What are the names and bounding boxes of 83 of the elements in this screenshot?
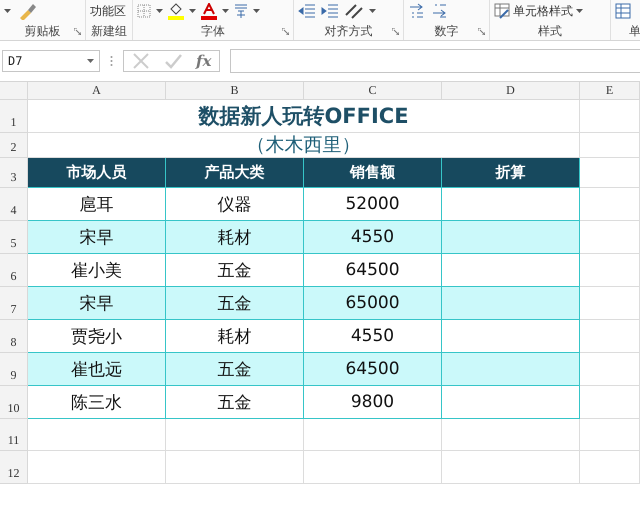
table-cell: 宋早 (28, 221, 166, 254)
dialog-launcher-icon[interactable] (282, 28, 289, 35)
cell-reference: D7 (8, 54, 22, 68)
row-header[interactable]: 7 (0, 287, 28, 320)
check-icon[interactable] (164, 52, 182, 70)
table-cell: 陈三水 (28, 386, 166, 419)
row-header[interactable]: 3 (0, 158, 28, 188)
name-box[interactable]: D7 (2, 50, 100, 72)
caret-icon[interactable] (87, 59, 94, 63)
table-cell: 五金 (166, 386, 304, 419)
decrease-decimal-icon[interactable] (431, 3, 449, 19)
row-header[interactable]: 12 (0, 451, 28, 484)
empty-cell (580, 100, 640, 133)
group-label: 数字 (434, 22, 458, 40)
column-header[interactable]: C (304, 82, 442, 100)
group-label: 剪贴板 (24, 22, 60, 40)
column-heading: 市场人员 (28, 158, 166, 188)
group-label: 新建组 (91, 22, 127, 40)
dialog-launcher-icon[interactable] (74, 28, 81, 35)
caret-icon[interactable] (156, 9, 163, 13)
column-heading: 产品大类 (166, 158, 304, 188)
font-color-icon[interactable] (201, 2, 217, 20)
cell-style-icon (494, 3, 510, 19)
table-cell: 五金 (166, 287, 304, 320)
table-cell: 9800 (304, 386, 442, 419)
table-cell: 64500 (304, 353, 442, 386)
table-cell: 64500 (304, 254, 442, 287)
table-cell: 4550 (304, 221, 442, 254)
table-cell: 崔也远 (28, 353, 166, 386)
table-cell: 仪器 (166, 188, 304, 221)
column-heading: 销售额 (304, 158, 442, 188)
increase-indent-icon[interactable] (321, 4, 339, 18)
caret-icon[interactable] (189, 9, 196, 13)
table-icon[interactable] (615, 3, 631, 19)
insert-function-button[interactable]: fx (196, 52, 212, 70)
dialog-launcher-icon[interactable] (392, 28, 399, 35)
column-header[interactable]: B (166, 82, 304, 100)
row-header[interactable]: 9 (0, 353, 28, 386)
empty-cell (580, 419, 640, 451)
row-header[interactable]: 1 (0, 100, 28, 133)
empty-cell (580, 133, 640, 158)
caret-icon[interactable] (222, 9, 229, 13)
row-header[interactable]: 11 (0, 419, 28, 451)
table-cell: 五金 (166, 254, 304, 287)
row-header[interactable]: 5 (0, 221, 28, 254)
table-cell: 65000 (304, 287, 442, 320)
row-header[interactable]: 4 (0, 188, 28, 221)
row-header[interactable]: 6 (0, 254, 28, 287)
caret-icon[interactable] (369, 9, 376, 13)
row-header[interactable]: 2 (0, 133, 28, 158)
table-cell: 52000 (304, 188, 442, 221)
group-label: 对齐方式 (324, 22, 372, 40)
table-cell: 贾尧小 (28, 320, 166, 353)
row-header[interactable]: 8 (0, 320, 28, 353)
column-heading: 折算 (442, 158, 580, 188)
text-orientation-icon[interactable] (344, 3, 364, 19)
dialog-launcher-icon[interactable] (478, 28, 485, 35)
column-header[interactable]: A (28, 82, 166, 100)
caret-icon[interactable] (4, 9, 11, 13)
ribbon-button[interactable]: 功能区 (90, 2, 126, 20)
formula-input[interactable] (230, 49, 640, 73)
caret-icon[interactable] (253, 9, 260, 13)
table-cell: 扈耳 (28, 188, 166, 221)
border-icon[interactable] (137, 4, 151, 18)
table-cell: 宋早 (28, 287, 166, 320)
table-cell: 耗材 (166, 221, 304, 254)
empty-cell (580, 451, 640, 484)
group-label: 样式 (538, 22, 562, 40)
cell-styles-button[interactable]: 单元格样式 (494, 2, 583, 20)
table-cell: 五金 (166, 353, 304, 386)
column-header[interactable]: E (580, 82, 640, 100)
group-label: 字体 (201, 22, 225, 40)
fill-color-icon[interactable] (168, 2, 184, 20)
grip-icon (110, 55, 113, 67)
increase-decimal-icon[interactable] (408, 3, 426, 19)
decrease-indent-icon[interactable] (298, 4, 316, 18)
column-header[interactable]: D (442, 82, 580, 100)
sheet-title: 数据新人玩转OFFICE (28, 100, 580, 133)
table-cell: 4550 (304, 320, 442, 353)
table-cell: 耗材 (166, 320, 304, 353)
table-cell: 崔小美 (28, 254, 166, 287)
caret-icon (576, 9, 583, 13)
row-header[interactable]: 10 (0, 386, 28, 419)
